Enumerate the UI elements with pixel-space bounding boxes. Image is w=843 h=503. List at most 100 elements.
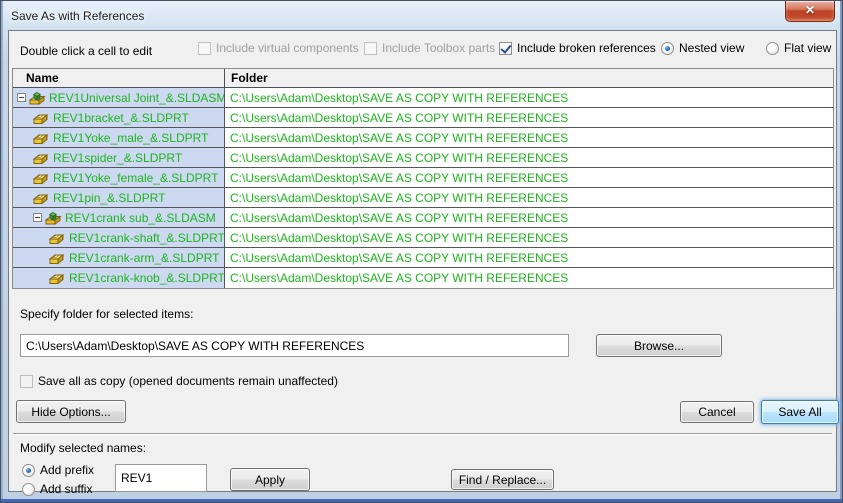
table-row[interactable]: REV1Universal Joint_&.SLDASM C:\Users\Ad… — [13, 88, 833, 108]
table-row[interactable]: REV1Yoke_male_&.SLDPRT C:\Users\Adam\Des… — [13, 128, 833, 148]
checkbox-label: Include virtual components — [216, 41, 359, 55]
radio-selected-icon — [661, 41, 674, 55]
name-cell[interactable]: REV1crank-shaft_&.SLDPRT — [13, 228, 225, 247]
save-as-with-references-dialog: Save As with References ✕ Double click a… — [0, 0, 843, 503]
flat-view-radio[interactable]: Flat view — [766, 41, 831, 55]
find-replace-button[interactable]: Find / Replace... — [451, 469, 554, 490]
close-icon: ✕ — [804, 3, 816, 17]
checkbox-label: Include Toolbox parts — [382, 41, 496, 55]
part-icon — [33, 150, 50, 166]
table-row[interactable]: REV1Yoke_female_&.SLDPRT C:\Users\Adam\D… — [13, 168, 833, 188]
include-toolbox-parts-checkbox[interactable]: Include Toolbox parts — [364, 41, 495, 55]
reference-table-body: REV1Universal Joint_&.SLDASM C:\Users\Ad… — [13, 88, 833, 288]
row-name: REV1crank-knob_&.SLDPRT — [69, 271, 225, 285]
name-cell[interactable]: REV1crank sub_&.SLDASM — [13, 208, 225, 227]
assembly-icon — [29, 90, 46, 106]
table-row[interactable]: REV1pin_&.SLDPRT C:\Users\Adam\Desktop\S… — [13, 188, 833, 208]
row-folder: C:\Users\Adam\Desktop\SAVE AS COPY WITH … — [230, 210, 569, 225]
folder-cell[interactable]: C:\Users\Adam\Desktop\SAVE AS COPY WITH … — [225, 108, 833, 127]
table-row[interactable]: REV1spider_&.SLDPRT C:\Users\Adam\Deskto… — [13, 148, 833, 168]
row-folder: C:\Users\Adam\Desktop\SAVE AS COPY WITH … — [230, 170, 569, 185]
row-folder: C:\Users\Adam\Desktop\SAVE AS COPY WITH … — [230, 190, 569, 205]
row-name: REV1crank sub_&.SLDASM — [65, 210, 216, 225]
save-all-as-copy-checkbox[interactable]: Save all as copy (opened documents remai… — [20, 374, 338, 388]
table-row[interactable]: REV1crank-knob_&.SLDPRT C:\Users\Adam\De… — [13, 268, 833, 288]
row-name: REV1pin_&.SLDPRT — [53, 190, 166, 205]
radio-icon — [22, 482, 35, 496]
folder-cell[interactable]: C:\Users\Adam\Desktop\SAVE AS COPY WITH … — [225, 188, 833, 207]
include-virtual-components-checkbox[interactable]: Include virtual components — [198, 41, 359, 55]
references-table: Name Folder REV1Universal Joint_&.SLDASM… — [12, 68, 834, 289]
prefix-text-input[interactable] — [115, 464, 207, 492]
folder-cell[interactable]: C:\Users\Adam\Desktop\SAVE AS COPY WITH … — [225, 88, 833, 107]
checkbox-label: Include broken references — [517, 41, 656, 55]
part-icon — [49, 230, 66, 246]
name-column-header[interactable]: Name — [13, 69, 225, 87]
folder-cell[interactable]: C:\Users\Adam\Desktop\SAVE AS COPY WITH … — [225, 268, 833, 288]
add-suffix-radio[interactable]: Add suffix — [22, 482, 92, 496]
folder-column-header[interactable]: Folder — [225, 69, 833, 87]
row-folder: C:\Users\Adam\Desktop\SAVE AS COPY WITH … — [230, 250, 569, 265]
radio-label: Flat view — [784, 41, 832, 55]
cancel-button[interactable]: Cancel — [680, 401, 754, 423]
row-name: REV1Yoke_female_&.SLDPRT — [53, 170, 219, 185]
edit-hint-label: Double click a cell to edit — [20, 44, 153, 58]
name-cell[interactable]: REV1crank-knob_&.SLDPRT — [13, 268, 225, 288]
close-button[interactable]: ✕ — [785, 1, 835, 22]
modify-names-label: Modify selected names: — [20, 441, 147, 455]
name-cell[interactable]: REV1crank-arm_&.SLDPRT — [13, 248, 225, 267]
radio-icon — [766, 41, 779, 55]
part-icon — [33, 110, 50, 126]
table-header: Name Folder — [13, 69, 833, 88]
checkbox-icon — [20, 374, 33, 388]
table-row[interactable]: REV1bracket_&.SLDPRT C:\Users\Adam\Deskt… — [13, 108, 833, 128]
name-cell[interactable]: REV1Yoke_male_&.SLDPRT — [13, 128, 225, 147]
folder-cell[interactable]: C:\Users\Adam\Desktop\SAVE AS COPY WITH … — [225, 148, 833, 167]
row-folder: C:\Users\Adam\Desktop\SAVE AS COPY WITH … — [230, 110, 569, 125]
save-all-button[interactable]: Save All — [761, 400, 839, 424]
folder-cell[interactable]: C:\Users\Adam\Desktop\SAVE AS COPY WITH … — [225, 248, 833, 267]
radio-selected-icon — [22, 463, 35, 477]
hide-options-button[interactable]: Hide Options... — [16, 400, 126, 423]
folder-cell[interactable]: C:\Users\Adam\Desktop\SAVE AS COPY WITH … — [225, 228, 833, 247]
row-folder: C:\Users\Adam\Desktop\SAVE AS COPY WITH … — [230, 271, 569, 285]
table-row[interactable]: REV1crank-shaft_&.SLDPRT C:\Users\Adam\D… — [13, 228, 833, 248]
expander-minus-icon[interactable] — [33, 213, 42, 222]
folder-cell[interactable]: C:\Users\Adam\Desktop\SAVE AS COPY WITH … — [225, 208, 833, 227]
include-broken-references-checkbox[interactable]: Include broken references — [499, 41, 656, 55]
folder-cell[interactable]: C:\Users\Adam\Desktop\SAVE AS COPY WITH … — [225, 168, 833, 187]
add-prefix-radio[interactable]: Add prefix — [22, 463, 94, 477]
folder-cell[interactable]: C:\Users\Adam\Desktop\SAVE AS COPY WITH … — [225, 128, 833, 147]
apply-button[interactable]: Apply — [230, 468, 310, 491]
name-cell[interactable]: REV1pin_&.SLDPRT — [13, 188, 225, 207]
nested-view-radio[interactable]: Nested view — [661, 41, 744, 55]
row-name: REV1crank-shaft_&.SLDPRT — [69, 230, 225, 245]
table-row[interactable]: REV1crank-arm_&.SLDPRT C:\Users\Adam\Des… — [13, 248, 833, 268]
row-name: REV1spider_&.SLDPRT — [53, 150, 183, 165]
specify-folder-label: Specify folder for selected items: — [20, 307, 194, 321]
section-divider — [13, 433, 832, 435]
checkbox-icon — [364, 41, 377, 55]
folder-path-input[interactable] — [20, 334, 569, 357]
row-name: REV1Yoke_male_&.SLDPRT — [53, 130, 209, 145]
checkbox-checked-icon — [499, 41, 512, 55]
window-title: Save As with References — [11, 9, 145, 23]
part-icon — [33, 190, 50, 206]
assembly-icon — [45, 210, 62, 226]
radio-label: Nested view — [679, 41, 745, 55]
expander-minus-icon[interactable] — [17, 93, 26, 102]
name-cell[interactable]: REV1Yoke_female_&.SLDPRT — [13, 168, 225, 187]
browse-button[interactable]: Browse... — [596, 334, 722, 357]
row-name: REV1Universal Joint_&.SLDASM — [49, 90, 225, 105]
title-bar[interactable]: Save As with References ✕ — [1, 1, 842, 30]
name-cell[interactable]: REV1Universal Joint_&.SLDASM — [13, 88, 225, 107]
name-cell[interactable]: REV1spider_&.SLDPRT — [13, 148, 225, 167]
radio-label: Add suffix — [40, 482, 93, 496]
checkbox-icon — [198, 41, 211, 55]
part-icon — [33, 170, 50, 186]
row-folder: C:\Users\Adam\Desktop\SAVE AS COPY WITH … — [230, 130, 569, 145]
part-icon — [49, 250, 66, 266]
name-cell[interactable]: REV1bracket_&.SLDPRT — [13, 108, 225, 127]
table-row[interactable]: REV1crank sub_&.SLDASM C:\Users\Adam\Des… — [13, 208, 833, 228]
checkbox-label: Save all as copy (opened documents remai… — [38, 374, 338, 388]
